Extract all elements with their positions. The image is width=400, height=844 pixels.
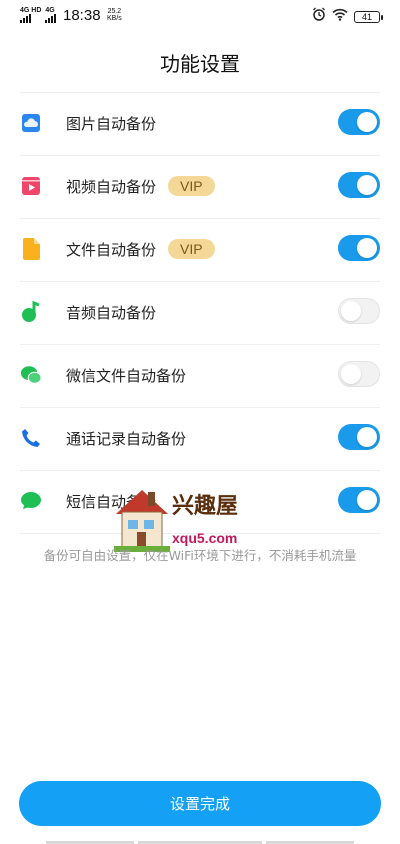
speed-value: 25.2 — [107, 8, 122, 15]
wechat-icon — [20, 364, 42, 386]
setting-row-4: 音频自动备份 — [20, 282, 380, 345]
setting-label: 微信文件自动备份 — [66, 367, 187, 385]
status-bar: 4G HD 4G 18:38 25.2 KB/s 41 — [0, 0, 400, 32]
battery-icon: 41 — [354, 10, 383, 23]
setting-row-2: 视频自动备份 VIP — [20, 156, 380, 219]
setting-label: 文件自动备份 — [66, 241, 157, 259]
toggle-switch-7[interactable] — [338, 487, 380, 513]
finish-settings-button[interactable]: 设置完成 — [19, 781, 381, 826]
toggle-knob — [357, 175, 377, 195]
toggle-switch-4[interactable] — [338, 298, 380, 324]
network-type-1: 4G HD — [20, 7, 42, 14]
setting-label: 视频自动备份 — [66, 178, 157, 196]
toggle-knob — [357, 238, 377, 258]
vip-badge: VIP — [168, 239, 215, 259]
setting-row-1: 图片自动备份 — [20, 92, 380, 156]
music-note-icon — [20, 301, 42, 323]
toggle-switch-2[interactable] — [338, 172, 380, 198]
signal-icon-2: 4G — [45, 7, 57, 23]
toggle-switch-3[interactable] — [338, 235, 380, 261]
file-icon — [20, 238, 42, 260]
setting-row-6: 通话记录自动备份 — [20, 408, 380, 471]
page-title: 功能设置 — [160, 52, 240, 76]
phone-icon — [20, 427, 42, 449]
setting-label: 图片自动备份 — [66, 115, 157, 133]
battery-level: 41 — [361, 11, 372, 22]
toggle-knob — [341, 301, 361, 321]
toggle-knob — [357, 112, 377, 132]
toggle-switch-6[interactable] — [338, 424, 380, 450]
settings-list: 图片自动备份 视频自动备份 VIP 文件自动备份 VIP 音频自动备份 微信文件… — [0, 92, 400, 534]
vip-badge: VIP — [168, 176, 215, 196]
wifi-icon — [332, 8, 348, 26]
backup-note: 备份可自由设置，仅在WiFi环境下进行，不消耗手机流量 — [43, 548, 357, 563]
status-right: 41 — [312, 7, 383, 26]
toggle-knob — [357, 490, 377, 510]
toggle-knob — [357, 427, 377, 447]
network-type-2: 4G — [45, 7, 55, 14]
setting-row-7: 短信自动备份 — [20, 471, 380, 534]
sms-icon — [20, 490, 42, 512]
setting-label: 通话记录自动备份 — [66, 430, 187, 448]
toggle-switch-1[interactable] — [338, 109, 380, 135]
network-indicators: 4G HD 4G — [20, 7, 57, 23]
status-time: 18:38 — [63, 7, 101, 24]
video-icon — [20, 175, 42, 197]
setting-label: 音频自动备份 — [66, 304, 157, 322]
alarm-icon — [312, 7, 326, 26]
setting-label: 短信自动备份 — [66, 493, 157, 511]
toggle-knob — [341, 364, 361, 384]
toggle-switch-5[interactable] — [338, 361, 380, 387]
signal-icon: 4G HD — [20, 7, 41, 23]
setting-row-3: 文件自动备份 VIP — [20, 219, 380, 282]
setting-row-5: 微信文件自动备份 — [20, 345, 380, 408]
network-speed: 25.2 KB/s — [107, 8, 122, 22]
speed-unit: KB/s — [107, 15, 122, 22]
cloud-photo-icon — [20, 112, 42, 134]
